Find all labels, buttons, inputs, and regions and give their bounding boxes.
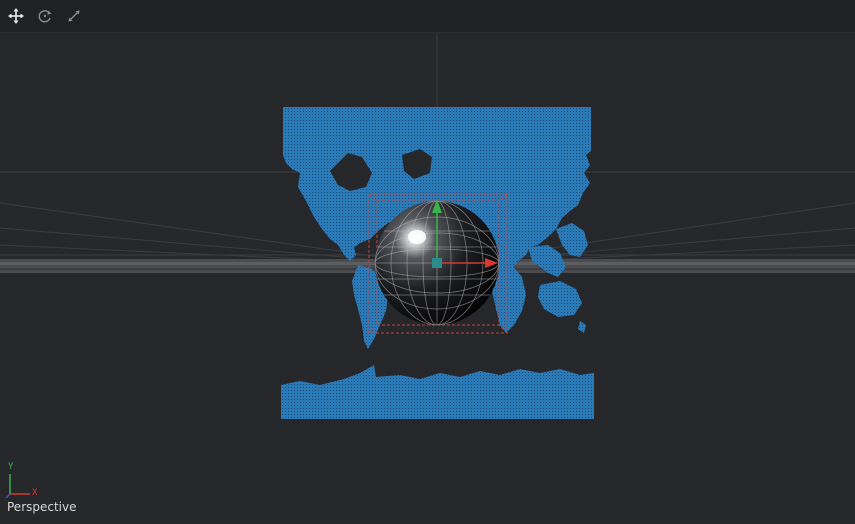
y-axis-label: Y [8,462,14,472]
3d-viewport[interactable] [0,33,855,524]
scale-arrow-icon [68,10,80,22]
viewer-toolbar [0,0,855,33]
3d-viewer[interactable]: Y X Perspective [0,0,855,524]
center-handle [432,258,442,268]
view-mode-label[interactable]: Perspective [7,500,77,514]
scale-tool-button[interactable] [61,3,87,29]
rotate-tool-button[interactable] [32,3,58,29]
x-axis-label: X [32,488,38,498]
axis-orientation-gizmo: Y X [4,458,44,499]
rotate-icon [38,10,52,23]
3d-scene [0,33,855,524]
transform-tool-button[interactable] [3,3,29,29]
move-arrows-icon [8,8,24,24]
